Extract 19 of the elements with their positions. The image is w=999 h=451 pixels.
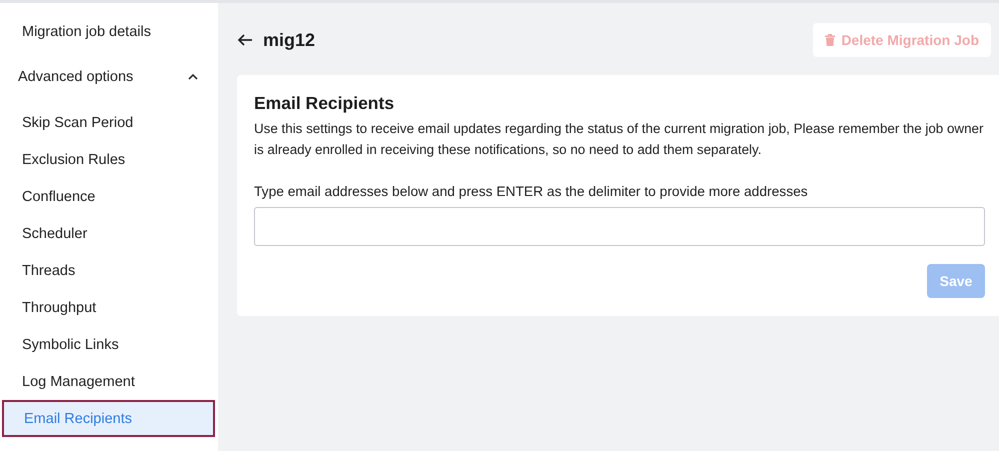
card-description: Use this settings to receive email updates regarding the status of the current migration job, Please remember the job owner is already enrolled in receiving these notifications, so no need to add them separately. [254,120,984,159]
card-title: Email Recipients [254,93,396,114]
chevron-icon [188,74,198,80]
sidebar-item[interactable]: Confluence [0,178,218,215]
sidebar-item[interactable]: Log Management [0,363,218,400]
sidebar-item[interactable]: Exclusion Rules [0,141,218,178]
trash-icon [825,34,836,46]
sidebar-item[interactable]: Email Recipients [2,400,215,437]
sidebar-item[interactable]: Migration job details [0,13,218,50]
sidebar-item[interactable]: Threads [0,252,218,289]
email-input-field[interactable] [254,207,985,246]
sidebar-item[interactable]: Skip Scan Period [0,104,218,141]
page-title: mig12 [263,30,316,50]
sidebar-item[interactable]: Scheduler [0,215,218,252]
sidebar-item[interactable]: Throughput [0,289,218,326]
sidebar-item[interactable]: Symbolic Links [0,326,218,363]
back-arrow-icon[interactable] [237,33,253,47]
section-header[interactable]: Advanced options [0,50,218,104]
field-label: Type email addresses below and press ENTER as the delimiter to provide more addresses [254,184,809,199]
